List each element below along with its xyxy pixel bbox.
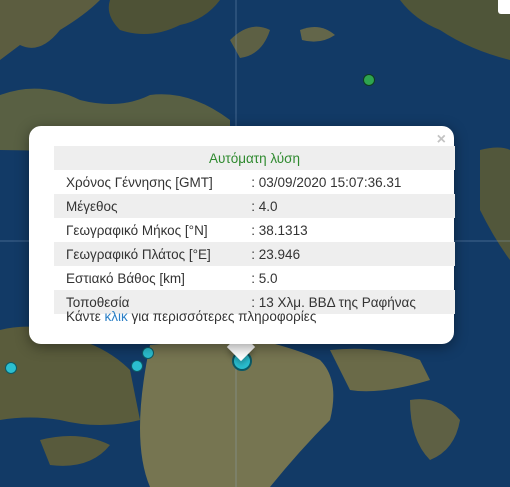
info-label: Εστιακό Βάθος [km] xyxy=(66,270,185,286)
earthquake-info-table: Αυτόματη λύση Χρόνος Γέννησης [GMT] : 03… xyxy=(54,146,455,314)
info-value: : 4.0 xyxy=(250,194,455,218)
info-value: : 5.0 xyxy=(251,270,278,286)
info-row-longitude: Γεωγραφικό Πλάτος [°E] : 23.946 xyxy=(54,242,455,266)
earthquake-marker-green[interactable] xyxy=(363,74,375,86)
more-info-suffix: για περισσότερες πληροφορίες xyxy=(127,309,317,324)
info-value: : 23.946 xyxy=(250,242,455,266)
earthquake-popup: × Αυτόματη λύση Χρόνος Γέννησης [GMT] : … xyxy=(29,126,455,344)
earthquake-marker-left[interactable] xyxy=(5,362,17,374)
more-info-link[interactable]: κλικ xyxy=(105,309,128,324)
info-value: : 03/09/2020 15:07:36.31 xyxy=(251,174,402,190)
earthquake-marker-small-b[interactable] xyxy=(131,360,143,372)
info-label: Χρόνος Γέννησης [GMT] xyxy=(66,174,213,190)
popup-title: Αυτόματη λύση xyxy=(54,146,455,170)
info-row-time: Χρόνος Γέννησης [GMT] : 03/09/2020 15:07… xyxy=(54,170,455,194)
earthquake-marker-small-a[interactable] xyxy=(142,347,154,359)
info-label: Μέγεθος xyxy=(54,194,251,218)
info-label: Γεωγραφικό Πλάτος [°E] xyxy=(54,242,251,266)
popup-title-row: Αυτόματη λύση xyxy=(54,146,455,170)
more-info-prefix: Κάντε xyxy=(66,309,105,324)
info-row-latitude: Γεωγραφικό Μήκος [°N] : 38.1313 xyxy=(54,218,455,242)
info-row-magnitude: Μέγεθος : 4.0 xyxy=(54,194,455,218)
info-row-depth: Εστιακό Βάθος [km] : 5.0 xyxy=(54,266,455,290)
more-info-text: Κάντε κλικ για περισσότερες πληροφορίες xyxy=(66,309,316,324)
map-control-corner[interactable] xyxy=(498,0,510,14)
info-value: : 38.1313 xyxy=(251,222,308,238)
info-label: Γεωγραφικό Μήκος [°N] xyxy=(66,222,208,238)
